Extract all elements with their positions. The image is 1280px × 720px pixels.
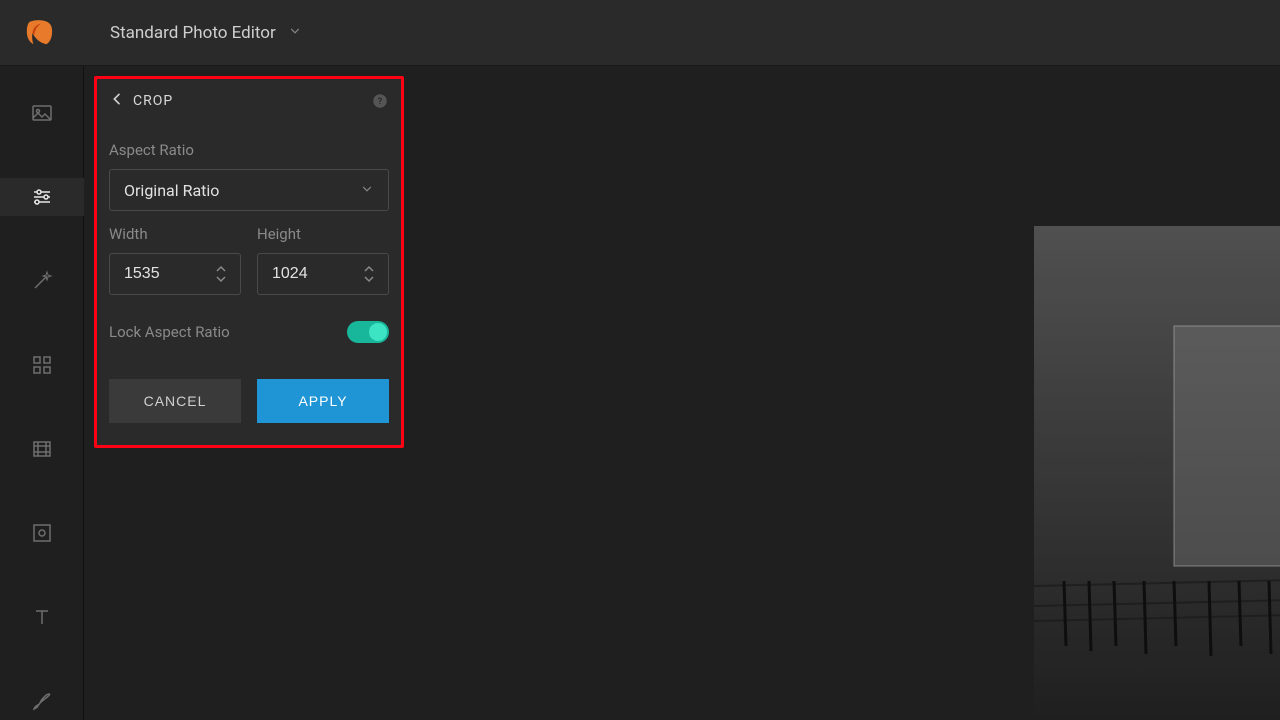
panel-title: CROP (133, 93, 371, 109)
app-name[interactable]: Standard Photo Editor (110, 23, 276, 43)
lock-aspect-label: Lock Aspect Ratio (109, 323, 230, 341)
height-input-wrap (257, 253, 389, 295)
width-stepper[interactable] (216, 258, 232, 290)
height-label: Height (257, 225, 389, 243)
tool-sidebar (0, 66, 84, 720)
sidebar-item-grid[interactable] (0, 346, 84, 384)
sidebar-item-image[interactable] (0, 94, 84, 132)
aspect-ratio-select[interactable]: Original Ratio (109, 169, 389, 211)
height-stepper[interactable] (364, 258, 380, 290)
sidebar-item-text[interactable] (0, 598, 84, 636)
svg-text:?: ? (378, 97, 383, 107)
chevron-down-icon[interactable] (288, 23, 302, 42)
sidebar-item-magic[interactable] (0, 262, 84, 300)
top-bar: Standard Photo Editor (0, 0, 1280, 66)
width-label: Width (109, 225, 241, 243)
canvas-area[interactable] (404, 66, 1280, 720)
sidebar-item-frame[interactable] (0, 430, 84, 468)
back-icon[interactable] (109, 91, 125, 111)
photo-preview (1034, 226, 1280, 720)
aspect-ratio-label: Aspect Ratio (109, 141, 389, 159)
height-input[interactable] (272, 265, 342, 283)
apply-button[interactable]: APPLY (257, 379, 389, 423)
width-input[interactable] (124, 265, 194, 283)
app-logo (24, 18, 54, 48)
sidebar-item-adjust[interactable] (0, 178, 84, 216)
lock-aspect-toggle[interactable] (347, 321, 389, 343)
chevron-down-icon (360, 181, 374, 200)
sidebar-item-brush[interactable] (0, 682, 84, 720)
crop-panel: CROP ? Aspect Ratio Original Ratio Width (94, 76, 404, 448)
panel-area: CROP ? Aspect Ratio Original Ratio Width (84, 66, 404, 720)
aspect-ratio-value: Original Ratio (124, 181, 219, 200)
cancel-button[interactable]: CANCEL (109, 379, 241, 423)
sidebar-item-focus[interactable] (0, 514, 84, 552)
help-icon[interactable]: ? (371, 92, 389, 110)
width-input-wrap (109, 253, 241, 295)
toggle-knob (369, 323, 387, 341)
